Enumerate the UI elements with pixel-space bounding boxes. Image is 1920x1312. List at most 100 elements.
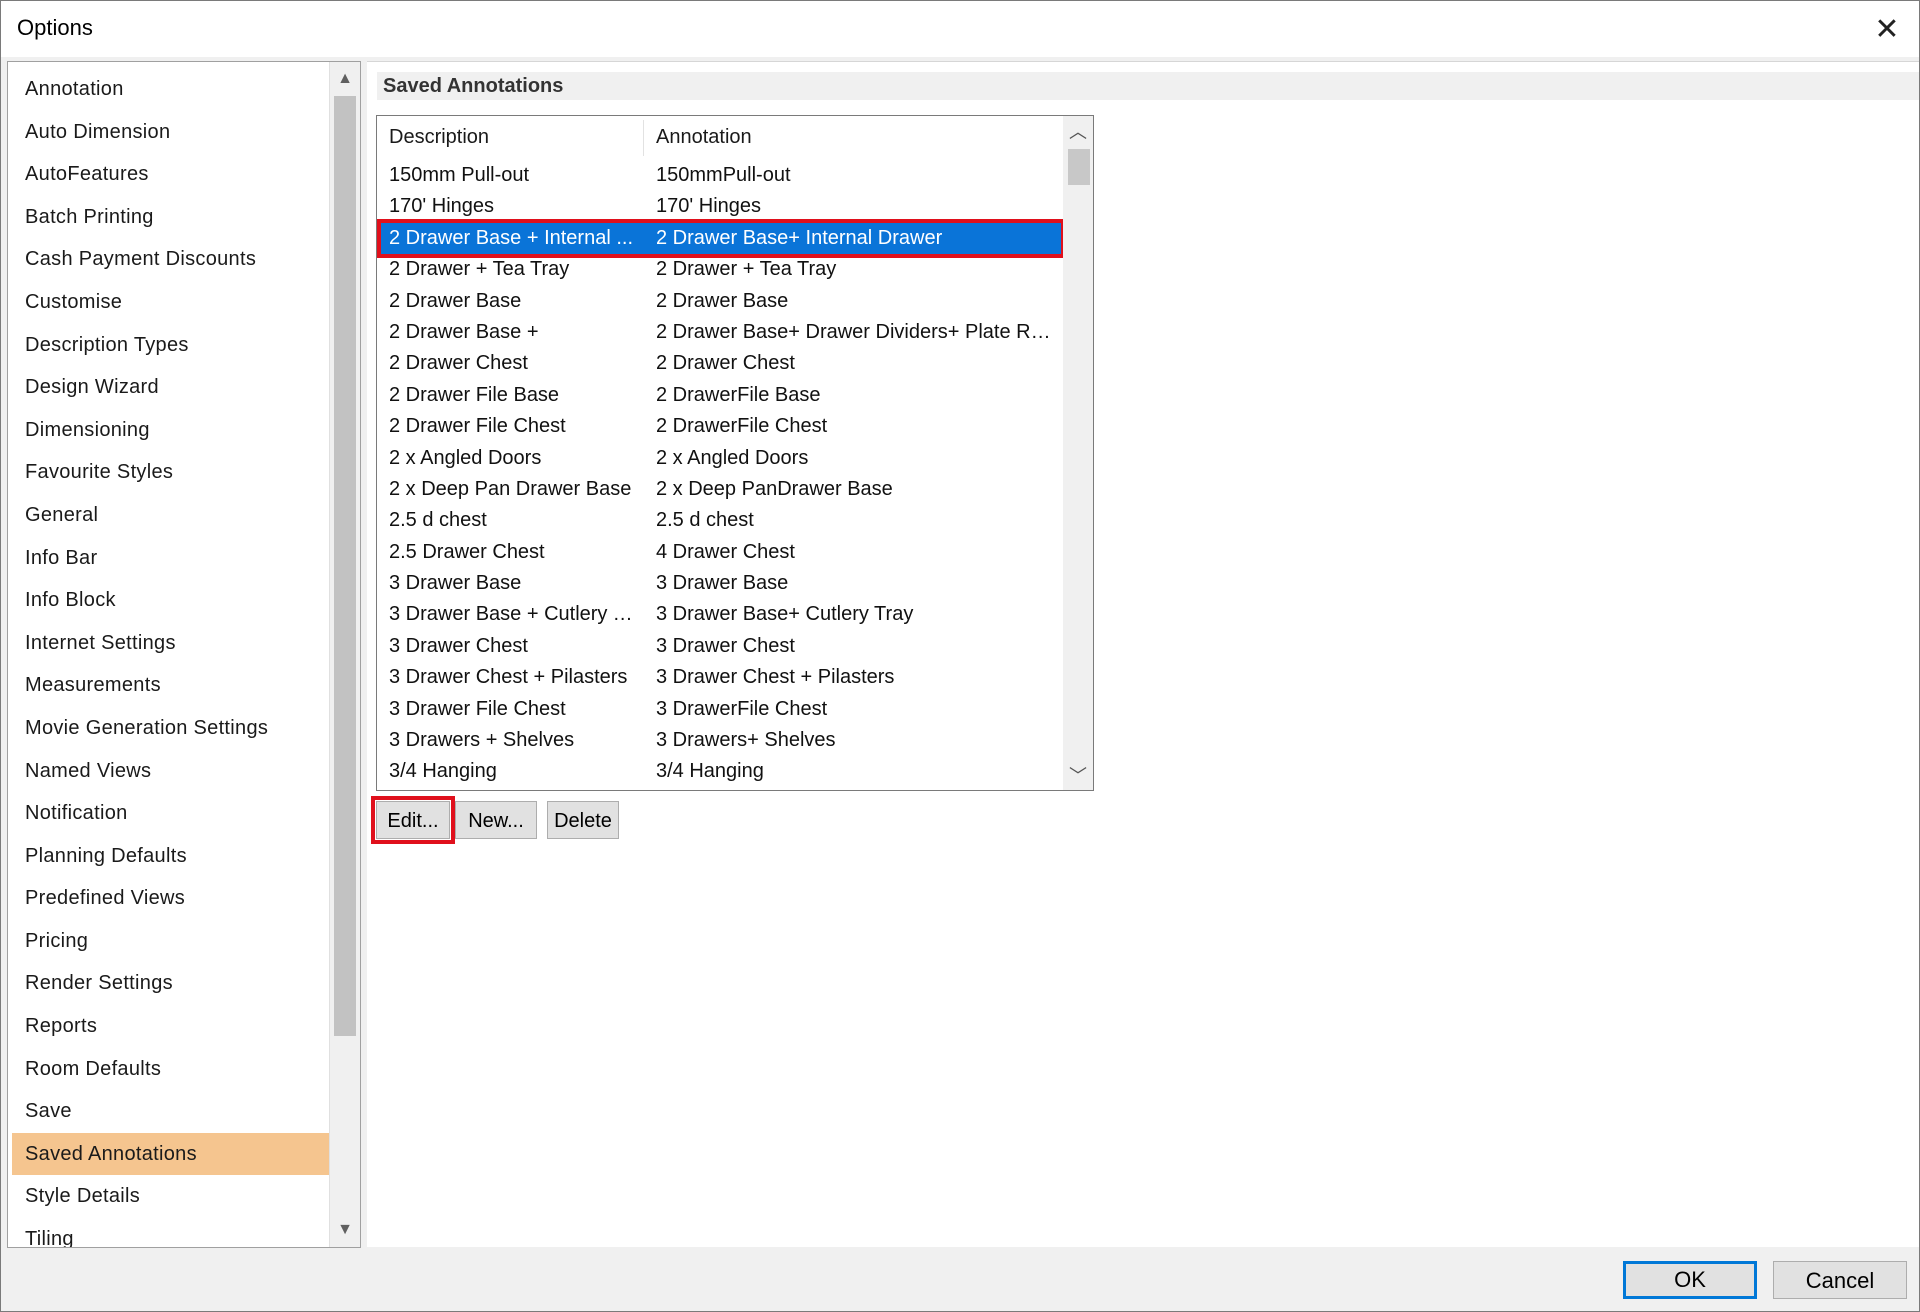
cell-description: 2.5 Drawer Chest (389, 540, 545, 563)
cancel-button[interactable]: Cancel (1773, 1261, 1907, 1299)
scroll-up-icon[interactable]: ▲ (330, 64, 360, 94)
table-row[interactable]: 2 Drawer File Chest 2 DrawerFile Chest (381, 411, 1061, 442)
nav-item[interactable]: Save (12, 1090, 330, 1133)
nav-item[interactable]: Movie Generation Settings (12, 707, 330, 750)
nav-item[interactable]: Reports (12, 1005, 330, 1048)
table-row[interactable]: 3 Drawers + Shelves 3 Drawers+ Shelves (381, 725, 1061, 756)
nav-item[interactable]: Favourite Styles (12, 451, 330, 494)
table-row[interactable]: 2 Drawer + Tea Tray 2 Drawer + Tea Tray (381, 254, 1061, 285)
cell-description: 150mm Pull-out (389, 164, 530, 186)
scrollbar-thumb[interactable] (1068, 149, 1090, 185)
nav-item[interactable]: Saved Annotations (12, 1132, 330, 1176)
nav-item[interactable]: Info Bar (12, 537, 330, 580)
cell-annotation: 3 Drawers+ Shelves (656, 729, 836, 752)
nav-item[interactable]: Room Defaults (12, 1048, 330, 1091)
nav-item[interactable]: Annotation (12, 68, 330, 111)
cell-description: 2 Drawer + Tea Tray (389, 258, 570, 281)
table-row[interactable]: 2.5 d chest 2.5 d chest (381, 505, 1061, 536)
cell-annotation: 2.5 d chest (656, 509, 754, 532)
edit-button[interactable]: Edit... (371, 796, 455, 844)
cell-annotation: 3 Drawer Chest + Pilasters (656, 666, 895, 689)
nav-item[interactable]: Internet Settings (12, 622, 330, 665)
table-row[interactable]: 2 Drawer File Base 2 DrawerFile Base (381, 380, 1061, 411)
table-row[interactable]: 2.5 Drawer Chest 4 Drawer Chest (381, 537, 1061, 568)
nav-item[interactable]: Customise (12, 281, 330, 324)
cell-description: 2 Drawer Base + Internal ... (389, 226, 634, 249)
table-row[interactable]: 3 Drawer Base + Cutlery Tr... 3 Drawer Ba… (381, 599, 1061, 630)
chevron-down-icon[interactable]: ﹀ (1063, 760, 1093, 790)
table-row[interactable]: 2 x Angled Doors 2 x Angled Doors (381, 443, 1061, 474)
table-row[interactable]: 3 Drawer File Chest 3 DrawerFile Chest (381, 694, 1061, 725)
cell-description: 2.5 d chest (389, 509, 487, 532)
scroll-down-icon[interactable]: ▼ (330, 1215, 360, 1245)
nav-item[interactable]: Render Settings (12, 962, 330, 1005)
nav-item[interactable]: Auto Dimension (12, 111, 330, 154)
cell-description: 170' Hinges (389, 195, 494, 218)
cell-annotation: 2 Drawer + Tea Tray (656, 258, 837, 281)
table-row[interactable]: 170' Hinges 170' Hinges (381, 191, 1061, 222)
cell-annotation: 3 DrawerFile Chest (656, 697, 828, 720)
cell-annotation: 150mmPull-out (656, 164, 791, 186)
cell-annotation: 2 Drawer Base+ Drawer Dividers+ Plate Ra… (656, 320, 1056, 343)
nav-item[interactable]: Measurements (12, 664, 330, 707)
table-row[interactable]: 150mm Pull-out 150mmPull-out (381, 160, 1061, 191)
cell-annotation: 2 DrawerFile Base (656, 383, 821, 406)
title-bar: Options ✕ (1, 1, 1919, 57)
cell-annotation: 2 Drawer Base+ Internal Drawer (656, 226, 943, 249)
delete-button[interactable]: Delete (547, 801, 619, 839)
cell-description: 3 Drawer File Chest (389, 697, 566, 720)
column-header-annotation[interactable]: Annotation (656, 116, 752, 158)
cell-description: 2 Drawer File Base (389, 383, 560, 406)
cell-description: 2 Drawer Base (389, 289, 522, 312)
cell-annotation: 3 Drawer Chest (656, 634, 795, 657)
cell-description: 2 x Angled Doors (389, 446, 542, 469)
nav-item[interactable]: Design Wizard (12, 366, 330, 409)
nav-item[interactable]: Description Types (12, 324, 330, 367)
column-header-description[interactable]: Description (389, 116, 489, 158)
nav-item[interactable]: Cash Payment Discounts (12, 238, 330, 281)
cell-description: 2 x Deep Pan Drawer Base (389, 477, 632, 500)
nav-item[interactable]: Batch Printing (12, 196, 330, 239)
list-scrollbar[interactable]: ︿ ﹀ (1063, 116, 1093, 790)
cell-description: 3 Drawer Chest (389, 634, 528, 657)
cell-description: 3 Drawer Chest + Pilasters (389, 666, 628, 689)
annotations-list[interactable]: Description Annotation 150mm Pull-out 150… (376, 115, 1094, 791)
scrollbar-thumb[interactable] (334, 96, 356, 1036)
cell-description: 2 Drawer File Chest (389, 415, 566, 438)
table-row[interactable]: 3 Drawer Chest 3 Drawer Chest (381, 631, 1061, 662)
list-header: Description Annotation (377, 116, 1061, 158)
nav-item[interactable]: Named Views (12, 750, 330, 793)
table-row[interactable]: 2 Drawer Base 2 Drawer Base (381, 286, 1061, 317)
nav-item[interactable]: Notification (12, 792, 330, 835)
list-rows: 150mm Pull-out 150mmPull-out 170' Hinges 17… (377, 160, 1065, 788)
nav-list: Annotation Auto Dimension AutoFeatures Batc… (12, 68, 330, 1247)
close-icon[interactable]: ✕ (1855, 1, 1919, 57)
cell-description: 3 Drawer Base (389, 572, 522, 595)
nav-item[interactable]: Info Block (12, 579, 330, 622)
nav-item[interactable]: Predefined Views (12, 877, 330, 920)
nav-item[interactable]: Style Details (12, 1175, 330, 1218)
table-row[interactable]: 2 Drawer Base + Internal ... 2 Drawer Bas… (377, 218, 1065, 259)
column-separator[interactable] (643, 120, 644, 156)
table-row[interactable]: 3 Drawer Chest + Pilasters 3 Drawer Chest… (381, 662, 1061, 693)
table-row[interactable]: 2 x Deep Pan Drawer Base 2 x Deep PanDraw… (381, 474, 1061, 505)
table-row[interactable]: 2 Drawer Base + 2 Drawer Base+ Drawer Div… (381, 317, 1061, 348)
nav-item[interactable]: General (12, 494, 330, 537)
cell-annotation: 170' Hinges (656, 195, 761, 218)
ok-button[interactable]: OK (1623, 1261, 1757, 1299)
cell-annotation: 2 x Deep PanDrawer Base (656, 477, 893, 500)
chevron-up-icon[interactable]: ︿ (1063, 116, 1093, 146)
nav-scrollbar[interactable]: ▲ ▼ (329, 62, 360, 1247)
section-header: Saved Annotations (377, 72, 1919, 100)
nav-item[interactable]: Tiling (12, 1218, 330, 1247)
new-button[interactable]: New... (455, 801, 537, 839)
table-row[interactable]: 2 Drawer Chest 2 Drawer Chest (381, 348, 1061, 379)
nav-item[interactable]: Dimensioning (12, 409, 330, 452)
table-row[interactable]: 3/4 Hanging 3/4 Hanging (381, 756, 1061, 787)
cell-annotation: 3 Drawer Base (656, 572, 789, 595)
cell-annotation: 2 Drawer Chest (656, 352, 795, 375)
nav-item[interactable]: AutoFeatures (12, 153, 330, 196)
nav-item[interactable]: Planning Defaults (12, 835, 330, 878)
table-row[interactable]: 3 Drawer Base 3 Drawer Base (381, 568, 1061, 599)
nav-item[interactable]: Pricing (12, 920, 330, 963)
